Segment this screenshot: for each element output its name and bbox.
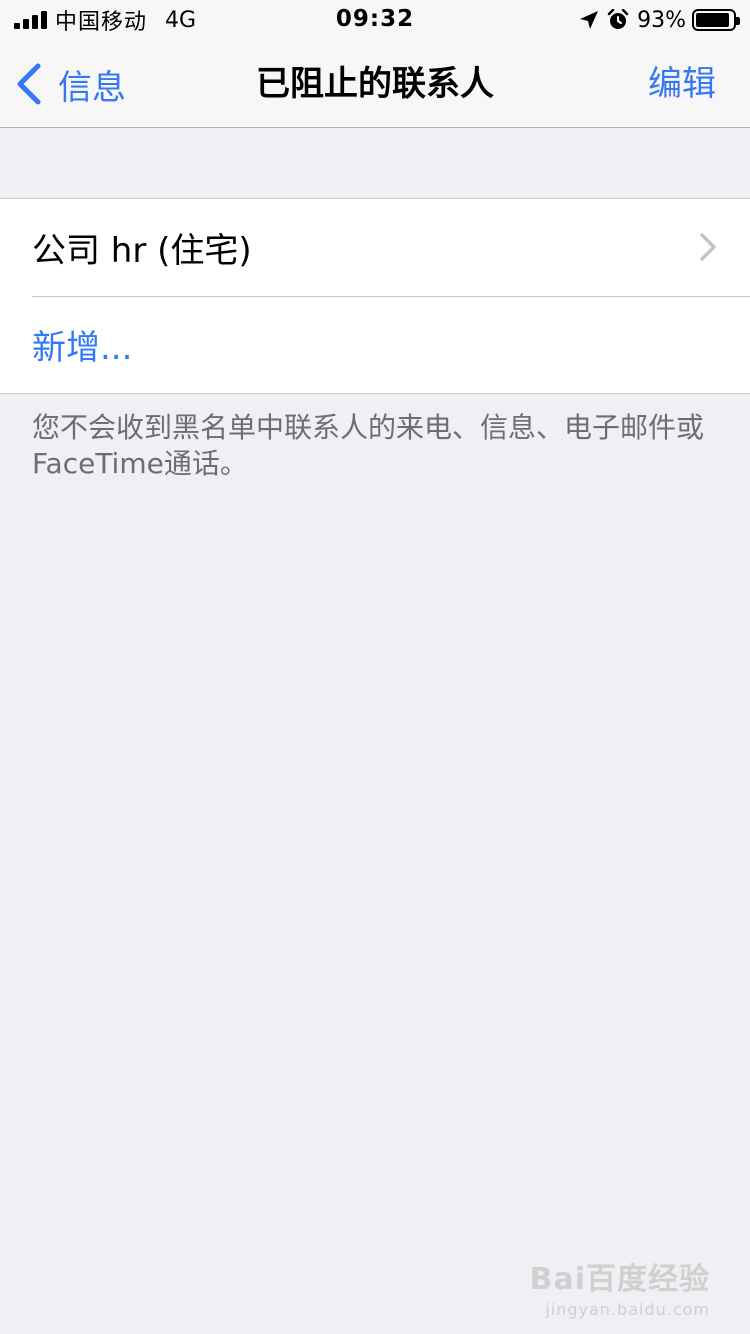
- location-arrow-icon: [580, 11, 599, 29]
- chevron-right-icon: [700, 233, 716, 261]
- status-bar: 中国移动 4G 09:32 93%: [0, 0, 750, 40]
- chevron-left-icon: [17, 63, 41, 105]
- battery-fill: [696, 13, 730, 27]
- blocked-contact-row[interactable]: 公司 hr (住宅): [0, 199, 750, 296]
- blocked-contacts-footnote: 您不会收到黑名单中联系人的来电、信息、电子邮件或FaceTime通话。: [32, 411, 705, 480]
- watermark-url: jingyan.baidu.com: [545, 1300, 710, 1319]
- add-new-label: 新增...: [32, 328, 133, 368]
- edit-button[interactable]: 编辑: [648, 40, 716, 128]
- alarm-clock-icon: [607, 9, 629, 29]
- back-button[interactable]: 信息: [14, 40, 126, 128]
- back-label: 信息: [58, 67, 126, 108]
- battery-icon: [692, 9, 740, 31]
- baidu-watermark: Bai百度经验 jingyan.baidu.com: [530, 1254, 710, 1319]
- watermark-main: Bai百度经验: [529, 1262, 710, 1297]
- add-new-button[interactable]: 新增...: [0, 296, 750, 393]
- status-right: 93%: [579, 6, 740, 34]
- contact-name: 公司 hr (住宅): [32, 231, 252, 271]
- navigation-bar: 信息 已阻止的联系人 编辑: [0, 40, 750, 128]
- battery-percent: 93%: [637, 7, 686, 33]
- blocked-contacts-list: 公司 hr (住宅) 新增...: [0, 198, 750, 394]
